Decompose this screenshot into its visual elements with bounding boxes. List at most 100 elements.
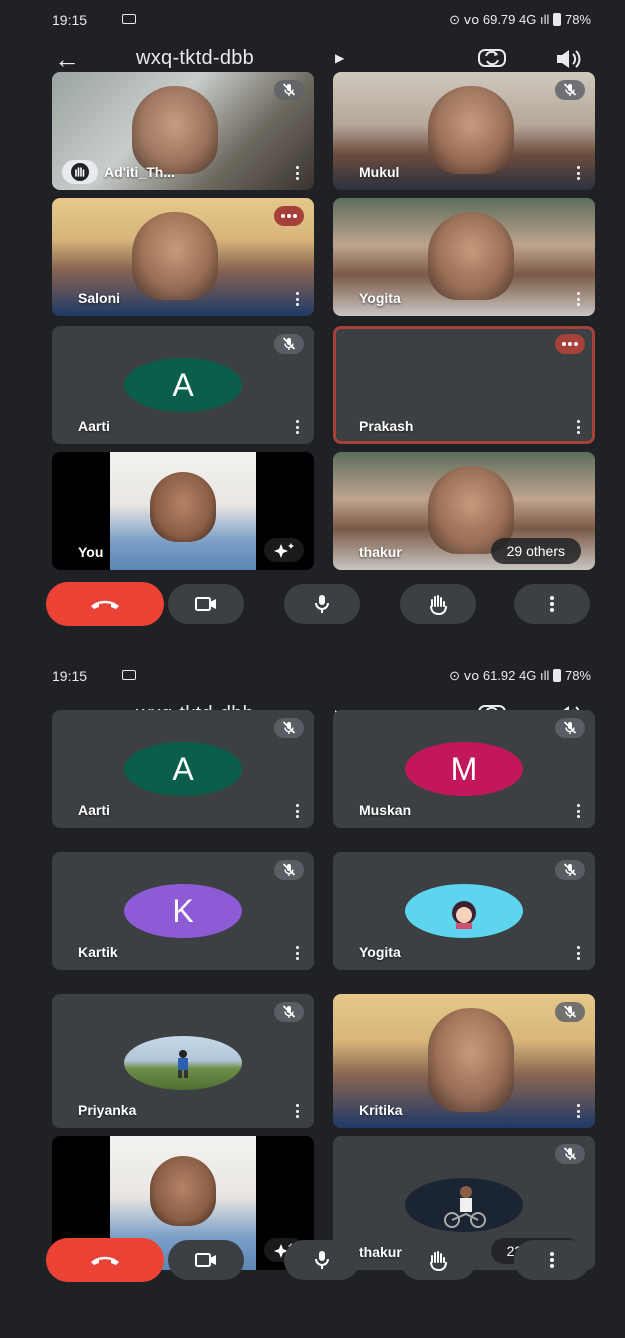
battery-icon xyxy=(552,13,561,26)
participant-tile-priyanka[interactable]: Priyanka xyxy=(52,994,314,1128)
avatar-initial: M xyxy=(450,750,478,787)
back-arrow-icon[interactable]: ← xyxy=(54,44,80,74)
raise-hand-icon xyxy=(430,1251,447,1272)
status-indicators: ⊙ 𝗏𝗈 61.92 4G ıll 78% xyxy=(449,668,591,684)
raise-hand-button[interactable] xyxy=(400,584,476,624)
participant-menu-icon[interactable] xyxy=(296,1104,300,1118)
switch-camera-icon[interactable] xyxy=(477,44,507,72)
participant-tile-thakur[interactable]: thakur 29 others xyxy=(333,452,595,570)
participant-photo-avatar xyxy=(405,1178,523,1232)
participant-tile-saloni[interactable]: Saloni xyxy=(52,198,314,316)
participant-photo-avatar xyxy=(405,884,523,938)
avatar-initial: A xyxy=(172,366,194,403)
mic-muted-icon xyxy=(555,718,585,738)
participant-menu-icon[interactable] xyxy=(577,946,581,960)
participant-avatar: M xyxy=(405,742,523,796)
more-vert-icon xyxy=(550,596,554,612)
participant-menu-icon[interactable] xyxy=(577,804,581,818)
end-call-button[interactable] xyxy=(46,582,164,626)
raise-hand-icon xyxy=(430,595,447,616)
status-time: 19:15 xyxy=(52,668,88,684)
mic-muted-icon xyxy=(274,1002,304,1022)
participant-menu-icon[interactable] xyxy=(296,292,300,306)
participant-menu-icon[interactable] xyxy=(296,946,300,960)
participant-tile-muskan[interactable]: M Muskan xyxy=(333,710,595,828)
call-controls xyxy=(0,1238,625,1286)
participant-name: Prakash xyxy=(359,418,414,434)
end-call-icon xyxy=(91,1256,119,1265)
participant-avatar: A xyxy=(124,358,242,412)
participant-name: Kritika xyxy=(359,1102,403,1118)
battery-icon xyxy=(552,669,561,682)
status-bar: 19:15 ⊙ 𝗏𝗈 69.79 4G ıll 78% xyxy=(0,2,625,36)
participant-menu-icon[interactable] xyxy=(577,1104,581,1118)
participant-tile-aditith[interactable]: Ad'iti_Th... xyxy=(52,72,314,190)
status-bar: 19:15 ⊙ 𝗏𝗈 61.92 4G ıll 78% xyxy=(0,658,625,692)
participant-menu-icon[interactable] xyxy=(296,420,300,434)
participant-tile-you[interactable]: You xyxy=(52,452,314,570)
participant-tile-aarti[interactable]: A Aarti xyxy=(52,710,314,828)
participant-face xyxy=(132,86,218,174)
participant-tile-prakash[interactable]: Prakash xyxy=(333,326,595,444)
camera-button[interactable] xyxy=(168,584,244,624)
raise-hand-button[interactable] xyxy=(400,1240,476,1280)
network-speed: ⊙ 𝗏𝗈 69.79 4G ıll xyxy=(449,12,550,27)
participant-avatar: A xyxy=(124,742,242,796)
participant-name: Muskan xyxy=(359,802,412,818)
participant-tile-mukul[interactable]: Mukul xyxy=(333,72,595,190)
microphone-button[interactable] xyxy=(284,1240,360,1280)
mic-muted-icon xyxy=(555,80,585,100)
participant-photo-avatar xyxy=(124,1036,242,1090)
participant-tile-yogita[interactable]: Yogita xyxy=(333,852,595,970)
speaking-indicator-icon xyxy=(555,334,585,354)
participant-name: Yogita xyxy=(359,944,401,960)
participant-name: Priyanka xyxy=(78,1102,137,1118)
self-face xyxy=(150,1156,216,1226)
speaker-icon[interactable] xyxy=(554,47,584,71)
more-options-button[interactable] xyxy=(514,584,590,624)
participant-name: Aarti xyxy=(78,418,110,434)
raised-hand-icon xyxy=(62,160,98,184)
end-call-icon xyxy=(91,600,119,609)
participant-name: Ad'iti_Th... xyxy=(104,164,175,180)
self-face xyxy=(150,472,216,542)
video-camera-icon xyxy=(195,597,216,611)
participant-tile-kartik[interactable]: K Kartik xyxy=(52,852,314,970)
participant-name: thakur xyxy=(359,544,402,560)
mic-muted-icon xyxy=(555,1144,585,1164)
participant-menu-icon[interactable] xyxy=(577,292,581,306)
mic-muted-icon xyxy=(274,80,304,100)
visual-effects-icon[interactable] xyxy=(264,538,304,562)
participant-menu-icon[interactable] xyxy=(296,166,300,180)
others-count-badge[interactable]: 29 others xyxy=(490,538,581,564)
call-controls xyxy=(0,582,625,630)
meeting-code[interactable]: wxq-tktd-dbb xyxy=(136,47,254,70)
participant-name: You xyxy=(78,544,104,560)
participant-menu-icon[interactable] xyxy=(577,166,581,180)
mic-muted-icon xyxy=(555,860,585,880)
participant-name: Kartik xyxy=(78,944,118,960)
avatar-initial: A xyxy=(172,750,194,787)
microphone-button[interactable] xyxy=(284,584,360,624)
more-options-button[interactable] xyxy=(514,1240,590,1280)
participant-tile-yogita[interactable]: Yogita xyxy=(333,198,595,316)
participant-tile-aarti[interactable]: A Aarti xyxy=(52,326,314,444)
camera-button[interactable] xyxy=(168,1240,244,1280)
more-vert-icon xyxy=(550,1252,554,1268)
meeting-details-caret-icon[interactable]: ▶ xyxy=(335,51,344,65)
mic-muted-icon xyxy=(274,718,304,738)
status-time: 19:15 xyxy=(52,12,88,28)
mic-muted-icon xyxy=(274,334,304,354)
microphone-icon xyxy=(315,595,329,613)
participant-menu-icon[interactable] xyxy=(577,420,581,434)
participant-name: Yogita xyxy=(359,290,401,306)
mic-muted-icon xyxy=(555,1002,585,1022)
participant-face xyxy=(132,212,218,300)
participant-menu-icon[interactable] xyxy=(296,804,300,818)
screen-cast-icon xyxy=(122,14,136,24)
mic-muted-icon xyxy=(274,860,304,880)
participant-face xyxy=(428,86,514,174)
end-call-button[interactable] xyxy=(46,1238,164,1282)
participant-tile-kritika[interactable]: Kritika xyxy=(333,994,595,1128)
participant-face xyxy=(428,212,514,300)
